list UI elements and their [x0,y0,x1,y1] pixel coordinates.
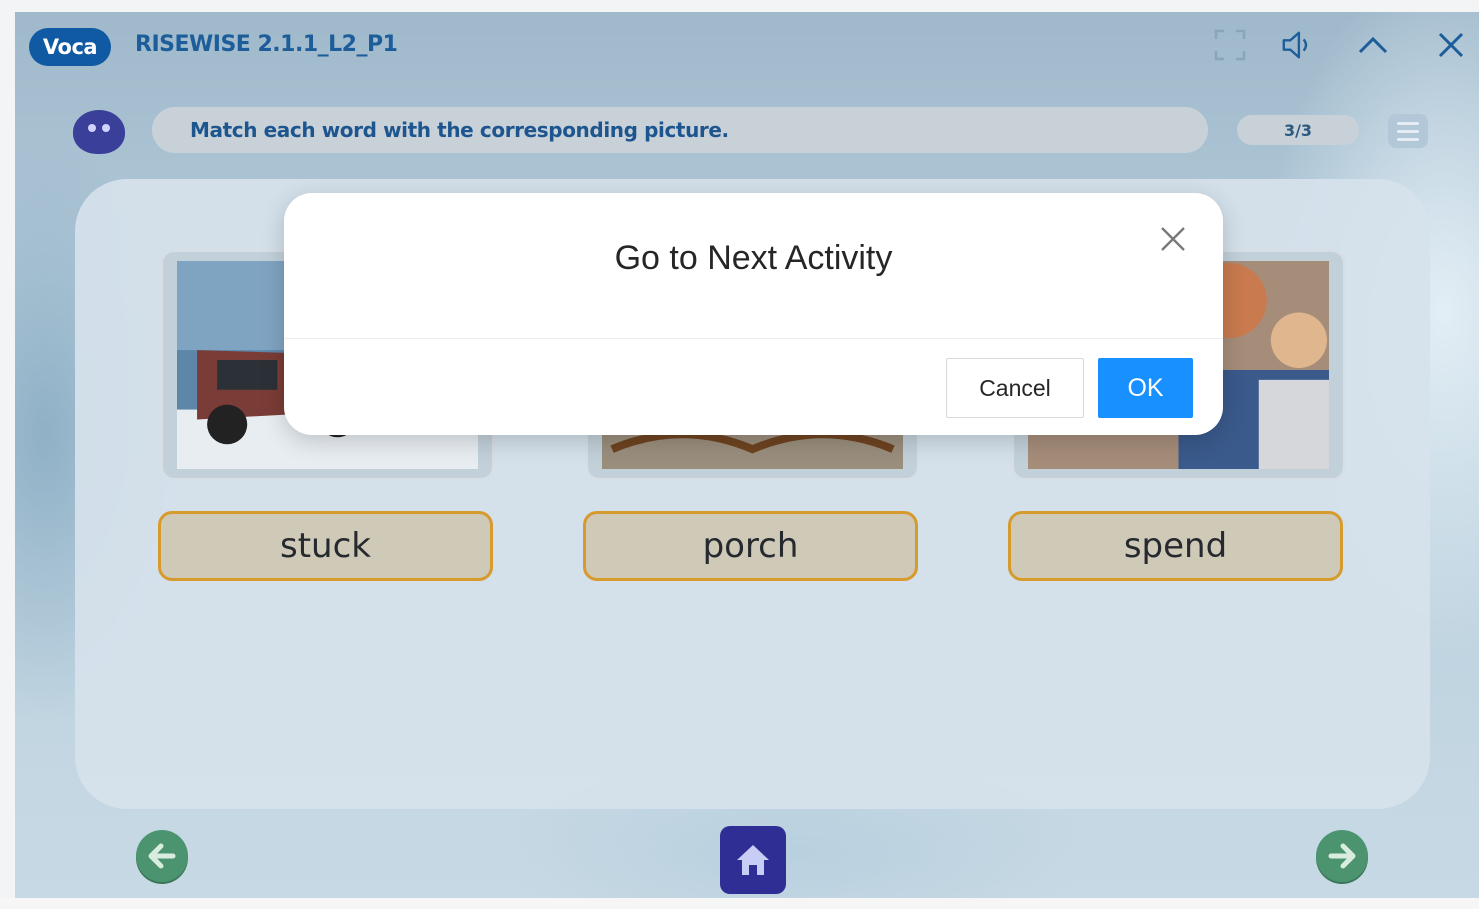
dialog-title: Go to Next Activity [614,239,893,277]
dialog-divider [284,338,1223,339]
ok-button[interactable]: OK [1098,358,1193,418]
cancel-button[interactable]: Cancel [946,358,1084,418]
next-activity-dialog: Go to Next Activity Cancel OK [284,193,1223,435]
top-bar: Voca RISEWISE 2.1.1_L2_P1 [15,12,1479,80]
lesson-title: RISEWISE 2.1.1_L2_P1 [135,32,398,57]
arrow-right-icon [1328,843,1356,869]
activity-app: Voca RISEWISE 2.1.1_L2_P1 Match each wor… [15,12,1479,898]
word-button-spend[interactable]: spend [1008,511,1343,581]
word-button-stuck[interactable]: stuck [158,511,493,581]
brand-logo: Voca [29,28,111,66]
arrow-left-icon [148,843,176,869]
close-icon[interactable] [1434,28,1468,62]
previous-button[interactable] [136,830,188,882]
progress-indicator: 3/3 [1237,115,1359,145]
speaker-icon[interactable] [1280,28,1314,62]
home-icon [737,845,769,875]
fullscreen-icon[interactable] [1213,28,1247,62]
instruction-row: Match each word with the corresponding p… [15,100,1479,160]
dialog-close-icon[interactable] [1156,222,1190,256]
bottom-strip [0,898,1479,909]
instruction-text: Match each word with the corresponding p… [152,107,1208,153]
home-button[interactable] [720,826,786,894]
menu-button[interactable] [1388,114,1428,148]
word-button-porch[interactable]: porch [583,511,918,581]
next-button[interactable] [1316,830,1368,882]
chevron-up-icon[interactable] [1356,28,1390,62]
mascot-icon [73,110,125,154]
